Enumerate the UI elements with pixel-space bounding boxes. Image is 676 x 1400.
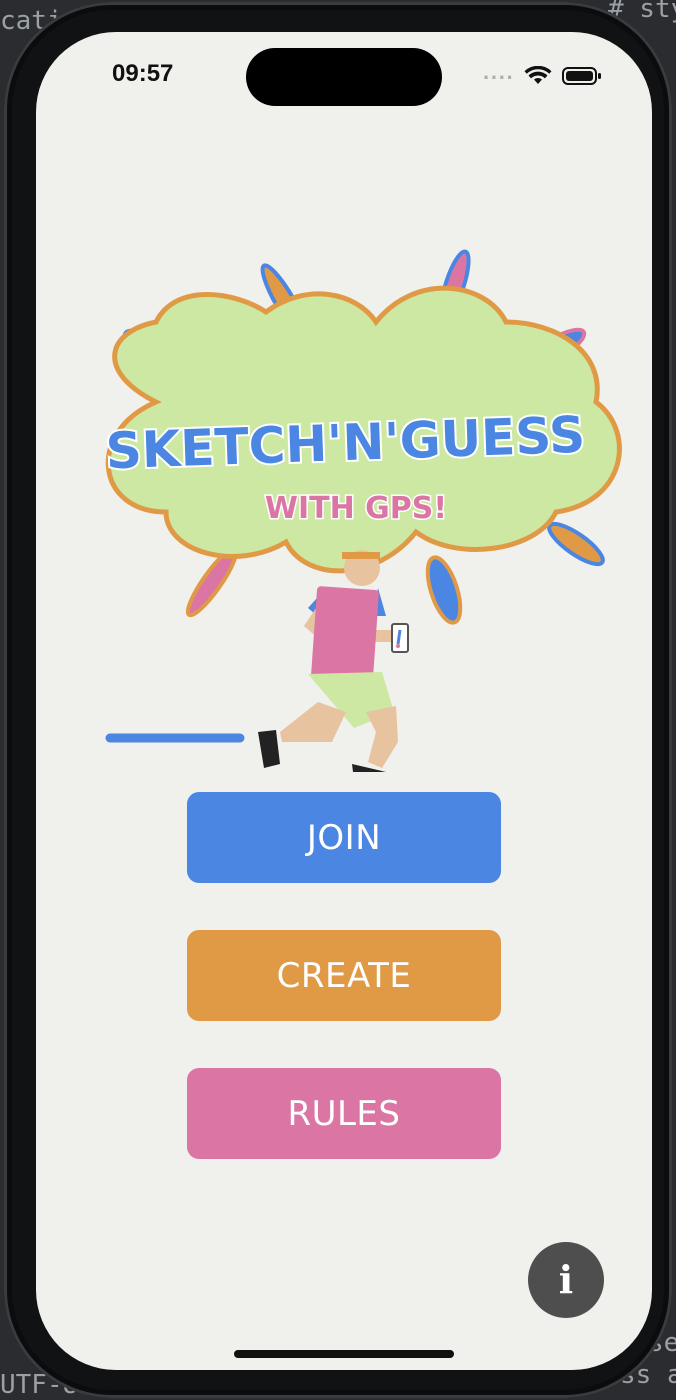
home-indicator[interactable]	[234, 1350, 454, 1358]
phone-frame: 09:57 .... SKETCH'N'GUESS WITH GPS! JOIN…	[4, 2, 672, 1398]
app-screen: 09:57 .... SKETCH'N'GUESS WITH GPS! JOIN…	[36, 32, 652, 1370]
logo-subtitle: WITH GPS!	[265, 491, 447, 526]
battery-icon	[562, 67, 601, 85]
info-button[interactable]: i	[528, 1242, 604, 1318]
app-logo: SKETCH'N'GUESS WITH GPS!	[103, 249, 622, 772]
dynamic-island	[246, 48, 442, 106]
create-button[interactable]: CREATE	[187, 930, 501, 1021]
status-time: 09:57	[112, 60, 174, 87]
wifi-icon	[524, 66, 552, 84]
runner-figure	[105, 550, 409, 772]
info-icon: i	[558, 1257, 574, 1302]
rules-button[interactable]: RULES	[187, 1068, 501, 1159]
status-icons: ....	[482, 62, 602, 86]
signal-dots: ....	[482, 62, 514, 84]
join-button[interactable]: JOIN	[187, 792, 501, 883]
